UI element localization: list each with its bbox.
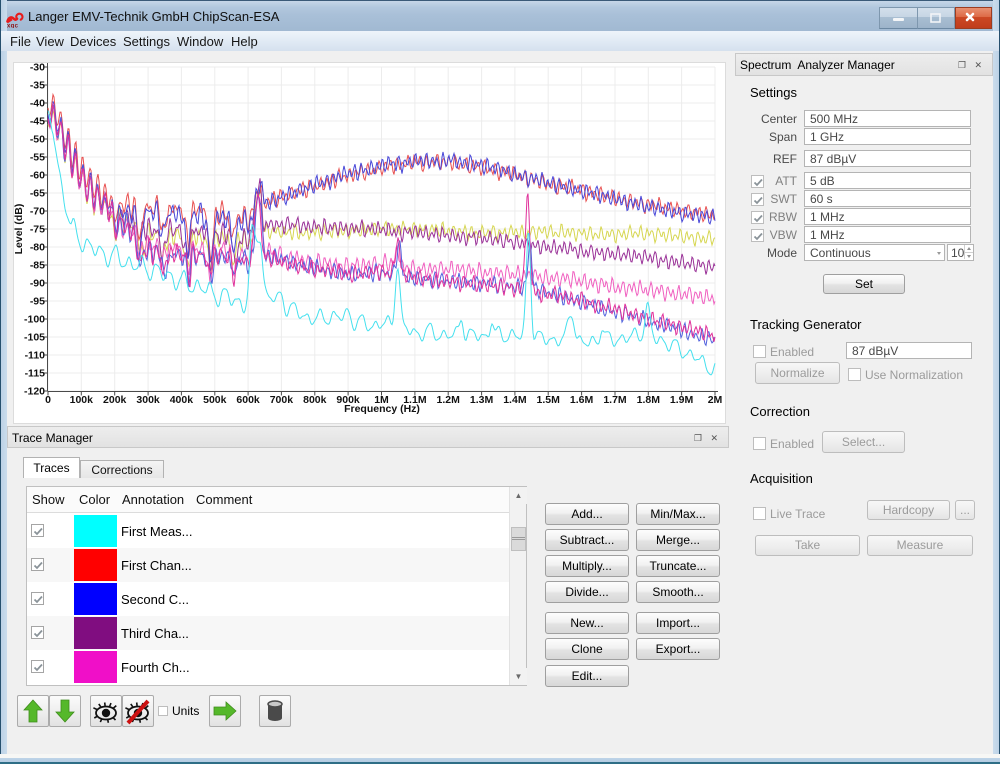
svg-text:-30: -30 <box>30 63 45 74</box>
svg-text:-40: -40 <box>30 98 45 110</box>
svg-text:-90: -90 <box>30 278 45 290</box>
svg-text:-80: -80 <box>30 242 45 254</box>
svg-text:-115: -115 <box>25 368 46 380</box>
svg-text:1.5M: 1.5M <box>537 394 561 406</box>
svg-text:-45: -45 <box>30 116 45 128</box>
svg-text:1.6M: 1.6M <box>570 394 594 406</box>
svg-text:1.9M: 1.9M <box>670 394 694 406</box>
svg-text:Frequency (Hz): Frequency (Hz) <box>344 403 420 415</box>
svg-text:600k: 600k <box>236 394 260 406</box>
svg-text:xqc: xqc <box>7 24 19 29</box>
svg-text:-60: -60 <box>30 170 45 182</box>
svg-text:500k: 500k <box>203 394 227 406</box>
svg-text:-95: -95 <box>30 296 45 308</box>
svg-text:-55: -55 <box>30 152 45 164</box>
svg-text:1.8M: 1.8M <box>637 394 661 406</box>
svg-text:300k: 300k <box>136 394 160 406</box>
svg-text:400k: 400k <box>170 394 194 406</box>
svg-text:2M: 2M <box>708 394 723 406</box>
svg-text:1.3M: 1.3M <box>470 394 494 406</box>
svg-text:-100: -100 <box>24 314 45 326</box>
svg-text:1.4M: 1.4M <box>503 394 527 406</box>
svg-text:200k: 200k <box>103 394 127 406</box>
svg-text:-65: -65 <box>30 188 45 200</box>
svg-text:-85: -85 <box>30 260 45 272</box>
svg-text:-75: -75 <box>30 224 45 236</box>
svg-text:-70: -70 <box>30 206 45 218</box>
svg-text:-110: -110 <box>25 350 46 362</box>
svg-text:1.7M: 1.7M <box>603 394 627 406</box>
svg-text:-50: -50 <box>30 134 45 146</box>
svg-text:800k: 800k <box>303 394 327 406</box>
svg-text:0: 0 <box>45 394 51 406</box>
svg-text:-105: -105 <box>24 332 45 344</box>
svg-text:Level (dB): Level (dB) <box>14 204 25 255</box>
svg-text:100k: 100k <box>70 394 94 406</box>
svg-text:1.2M: 1.2M <box>437 394 461 406</box>
svg-text:700k: 700k <box>270 394 294 406</box>
svg-text:-35: -35 <box>30 80 45 92</box>
svg-text:-120: -120 <box>24 386 45 398</box>
